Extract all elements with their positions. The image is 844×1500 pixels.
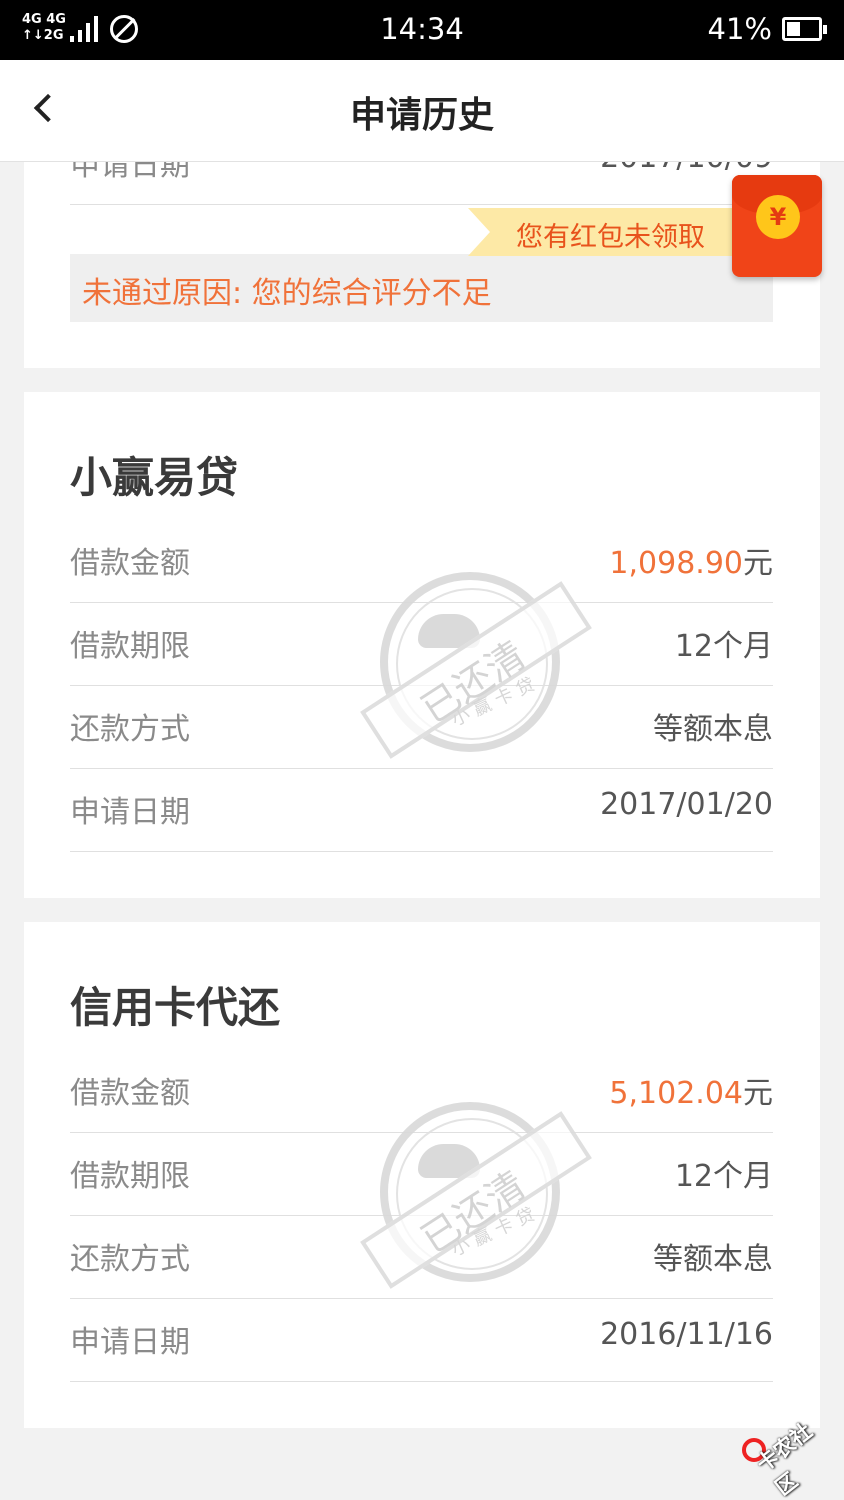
battery-percent: 41% xyxy=(707,12,772,46)
status-bar: 4G 4G ↑↓2G 14:34 41% xyxy=(0,0,844,60)
amount-label: 借款金额 xyxy=(70,546,190,581)
term-row: 借款期限 12个月 xyxy=(70,603,773,686)
red-packet-text: 您有红包未领取 xyxy=(516,222,705,253)
term-label: 借款期限 xyxy=(70,629,190,664)
term-row: 借款期限 12个月 xyxy=(70,1133,773,1216)
red-packet-banner[interactable]: 您有红包未领取 xyxy=(468,208,748,256)
date-value: 2016/11/16 xyxy=(600,1317,773,1352)
term-value: 12个月 xyxy=(674,629,773,664)
application-card[interactable]: 小赢易贷 借款金额 1,098.90元 借款期限 12个月 还款方式 等额本息 … xyxy=(24,392,820,898)
date-value: 2017/10/09 xyxy=(600,162,773,175)
rejection-reason-text: 未通过原因: 您的综合评分不足 xyxy=(82,276,492,311)
red-packet-button[interactable]: ¥ xyxy=(732,175,822,277)
product-name: 小赢易贷 xyxy=(70,453,239,502)
battery-icon xyxy=(782,17,827,41)
amount-row: 借款金额 1,098.90元 xyxy=(70,520,773,603)
page-title: 申请历史 xyxy=(349,95,494,136)
method-value: 等额本息 xyxy=(653,1242,773,1277)
date-row: 申请日期 2017/10/09 xyxy=(70,162,773,205)
amount-unit: 元 xyxy=(743,1076,773,1111)
date-value: 2017/01/20 xyxy=(600,787,773,822)
amount-row: 借款金额 5,102.04元 xyxy=(70,1050,773,1133)
amount-number: 5,102.04 xyxy=(609,1076,743,1111)
amount-number: 1,098.90 xyxy=(609,546,743,581)
method-label: 还款方式 xyxy=(70,1242,190,1277)
method-row: 还款方式 等额本息 xyxy=(70,1216,773,1299)
yuan-coin-icon: ¥ xyxy=(756,195,800,239)
amount-value: 1,098.90元 xyxy=(609,538,773,582)
amount-unit: 元 xyxy=(743,546,773,581)
date-row: 申请日期 2016/11/16 xyxy=(70,1299,773,1382)
term-label: 借款期限 xyxy=(70,1159,190,1194)
method-value: 等额本息 xyxy=(653,712,773,747)
term-value: 12个月 xyxy=(674,1159,773,1194)
rejection-reason: 未通过原因: 您的综合评分不足 xyxy=(70,254,773,322)
date-label: 申请日期 xyxy=(70,1325,190,1360)
method-row: 还款方式 等额本息 xyxy=(70,686,773,769)
application-card[interactable]: 信用卡代还 借款金额 5,102.04元 借款期限 12个月 还款方式 等额本息… xyxy=(24,922,820,1428)
application-card: 申请日期 2017/10/09 未通过原因: 您的综合评分不足 xyxy=(24,162,820,368)
amount-label: 借款金额 xyxy=(70,1076,190,1111)
product-name: 信用卡代还 xyxy=(70,983,281,1032)
date-label: 申请日期 xyxy=(70,162,190,183)
date-label: 申请日期 xyxy=(70,795,190,830)
date-row: 申请日期 2017/01/20 xyxy=(70,769,773,852)
app-header: 申请历史 xyxy=(0,60,844,162)
amount-value: 5,102.04元 xyxy=(609,1068,773,1112)
method-label: 还款方式 xyxy=(70,712,190,747)
history-list[interactable]: 申请日期 2017/10/09 未通过原因: 您的综合评分不足 小赢易贷 借款金… xyxy=(0,162,844,1500)
